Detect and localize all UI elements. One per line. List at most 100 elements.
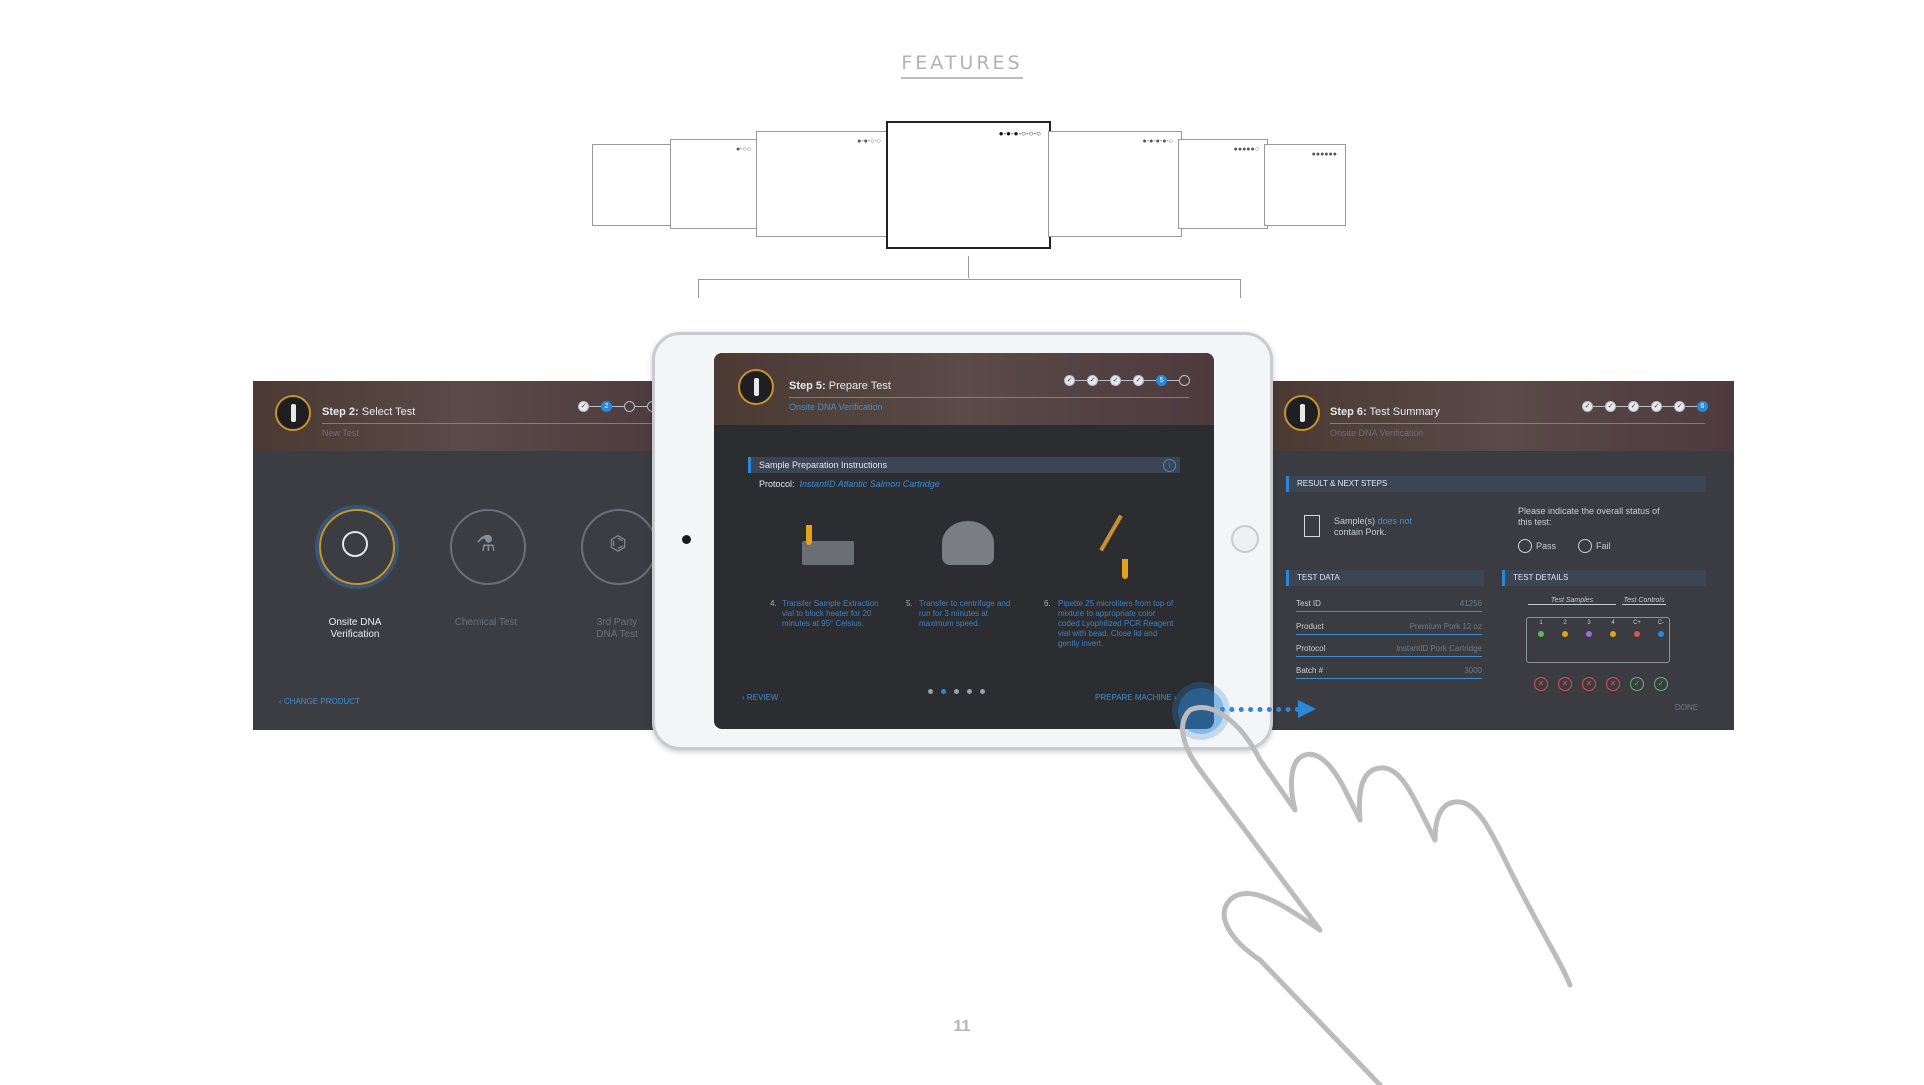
page-dot[interactable] xyxy=(967,689,972,694)
thumbnail-6[interactable]: ●●●●●○ xyxy=(1178,139,1268,229)
right-panel-step6: Step 6: Test Summary Onsite DNA Verifica… xyxy=(1272,381,1734,730)
step-title: Step 2: Select Test xyxy=(322,406,416,418)
bracket xyxy=(698,279,1241,298)
reagent-tube-icon xyxy=(1122,559,1128,579)
step-subtitle: New Test xyxy=(322,428,359,438)
thumbnail-2[interactable]: ●-○○ xyxy=(670,139,760,229)
molecule-icon: ⌬ xyxy=(609,533,627,555)
fail-x-icon: ✕ xyxy=(1606,677,1620,691)
step-title: Step 5: Prepare Test xyxy=(789,380,891,392)
centrifuge-icon xyxy=(942,521,994,565)
sample-well xyxy=(1586,631,1592,637)
step-subtitle: Onsite DNA Verification xyxy=(1330,428,1424,438)
page-number: 11 xyxy=(953,1018,971,1035)
test-samples-label: Test Samples xyxy=(1528,597,1616,605)
stopwatch-icon xyxy=(342,531,368,557)
column-label: C+ xyxy=(1633,620,1641,626)
tube-icon xyxy=(806,525,812,545)
column-label: C- xyxy=(1657,620,1665,626)
progress-step-done: ✓ xyxy=(578,401,589,412)
progress-stepper: ✓ 2 xyxy=(578,401,658,412)
column-label: 2 xyxy=(1563,620,1567,626)
column-label: 4 xyxy=(1611,620,1615,626)
change-product-link[interactable]: ‹ CHANGE PRODUCT xyxy=(279,697,360,706)
left-panel-step2: Step 2: Select Test New Test ✓ 2 Onsite … xyxy=(253,381,673,730)
progress-step-done: ✓ xyxy=(1064,375,1075,386)
step-4-number: 4. xyxy=(770,599,777,608)
page-dot[interactable] xyxy=(954,689,959,694)
panel-header xyxy=(253,381,673,451)
result-message: Sample(s) does not contain Pork. xyxy=(1334,516,1413,537)
status-question: Please indicate the overall status of th… xyxy=(1518,506,1660,527)
page-dot-active[interactable] xyxy=(941,689,946,694)
app-logo-icon xyxy=(738,369,774,405)
thumbnail-3[interactable]: ●-●-○-○ xyxy=(756,131,890,237)
chemical-test-label: Chemical Test xyxy=(454,617,518,628)
thumbnail-1[interactable] xyxy=(592,144,674,226)
header-rule xyxy=(789,397,1189,398)
sample-well xyxy=(1634,631,1640,637)
sample-well xyxy=(1610,631,1616,637)
progress-step-done: ✓ xyxy=(1628,401,1639,412)
step-6-text: Pipette 25 microliters from top of mixtu… xyxy=(1058,599,1174,648)
page-title: FEATURES xyxy=(0,52,1924,79)
fail-radio[interactable] xyxy=(1578,539,1592,553)
fail-x-icon: ✕ xyxy=(1582,677,1596,691)
protocol-row: Protocol InstantID Pork Cartridge xyxy=(1296,644,1482,657)
step-4-text: Transfer Sample Extraction vial to block… xyxy=(782,599,879,628)
result-section-header: RESULT & NEXT STEPS xyxy=(1286,476,1706,492)
test-controls-label: Test Controls xyxy=(1622,597,1666,605)
app-logo-icon xyxy=(1284,395,1320,431)
onsite-dna-label: Onsite DNA Verification xyxy=(328,617,382,640)
prepare-machine-button[interactable]: PREPARE MACHINE › xyxy=(1095,693,1177,702)
tablet-camera xyxy=(682,535,691,544)
column-label: 3 xyxy=(1587,620,1591,626)
progress-step-current: 5 xyxy=(1156,375,1167,386)
progress-stepper: ✓ ✓ ✓ ✓ ✓ 6 xyxy=(1582,401,1708,412)
pass-check-icon: ✓ xyxy=(1654,677,1668,691)
header-rule xyxy=(322,423,652,424)
progress-step-done: ✓ xyxy=(1605,401,1616,412)
progress-step-current: 2 xyxy=(601,401,612,412)
review-link[interactable]: ‹ REVIEW xyxy=(742,693,778,702)
progress-step-done: ✓ xyxy=(1087,375,1098,386)
test-data-header: TEST DATA xyxy=(1286,570,1484,586)
done-button[interactable]: DONE xyxy=(1675,703,1698,712)
page-indicator[interactable] xyxy=(924,681,989,699)
document-icon xyxy=(1304,515,1320,537)
sample-well xyxy=(1538,631,1544,637)
pass-label: Pass xyxy=(1536,541,1557,551)
thumbnail-5[interactable]: ●-●-●-●-○ xyxy=(1048,131,1182,237)
pass-radio[interactable] xyxy=(1518,539,1532,553)
app-logo-icon xyxy=(275,395,311,431)
sample-well xyxy=(1562,631,1568,637)
header-rule xyxy=(1330,423,1705,424)
step-5-text: Transfer to centrifuge and run for 3 min… xyxy=(919,599,1011,628)
progress-step-done: ✓ xyxy=(1651,401,1662,412)
chevron-left-icon: ‹ xyxy=(279,697,282,706)
test-id-row: Test ID 41256 xyxy=(1296,599,1482,612)
protocol-line: Protocol: InstantID Atlantic Salmon Cart… xyxy=(759,479,940,489)
fail-x-icon: ✕ xyxy=(1534,677,1548,691)
progress-step-done: ✓ xyxy=(1582,401,1593,412)
product-row: Product Premium Pork 12 oz xyxy=(1296,622,1482,635)
pass-check-icon: ✓ xyxy=(1630,677,1644,691)
progress-step xyxy=(624,401,635,412)
progress-step-done: ✓ xyxy=(1133,375,1144,386)
bracket-stem xyxy=(968,256,969,278)
progress-step-done: ✓ xyxy=(1674,401,1685,412)
step-6-number: 6. xyxy=(1044,599,1051,608)
thumbnail-current[interactable]: ●-●-●-○-○-○ xyxy=(886,121,1051,249)
column-label: 1 xyxy=(1539,620,1543,626)
page-dot[interactable] xyxy=(980,689,985,694)
fail-x-icon: ✕ xyxy=(1558,677,1572,691)
thumbnail-7[interactable]: ●●●●●● xyxy=(1264,144,1346,226)
instructions-header: Sample Preparation Instructions xyxy=(748,457,1180,473)
flask-icon: ⚗ xyxy=(476,531,496,556)
progress-step-done: ✓ xyxy=(1110,375,1121,386)
fail-label: Fail xyxy=(1596,541,1611,551)
pipette-icon xyxy=(1099,514,1123,552)
info-icon[interactable]: i xyxy=(1163,459,1176,472)
page-dot[interactable] xyxy=(928,689,933,694)
progress-step xyxy=(1179,375,1190,386)
